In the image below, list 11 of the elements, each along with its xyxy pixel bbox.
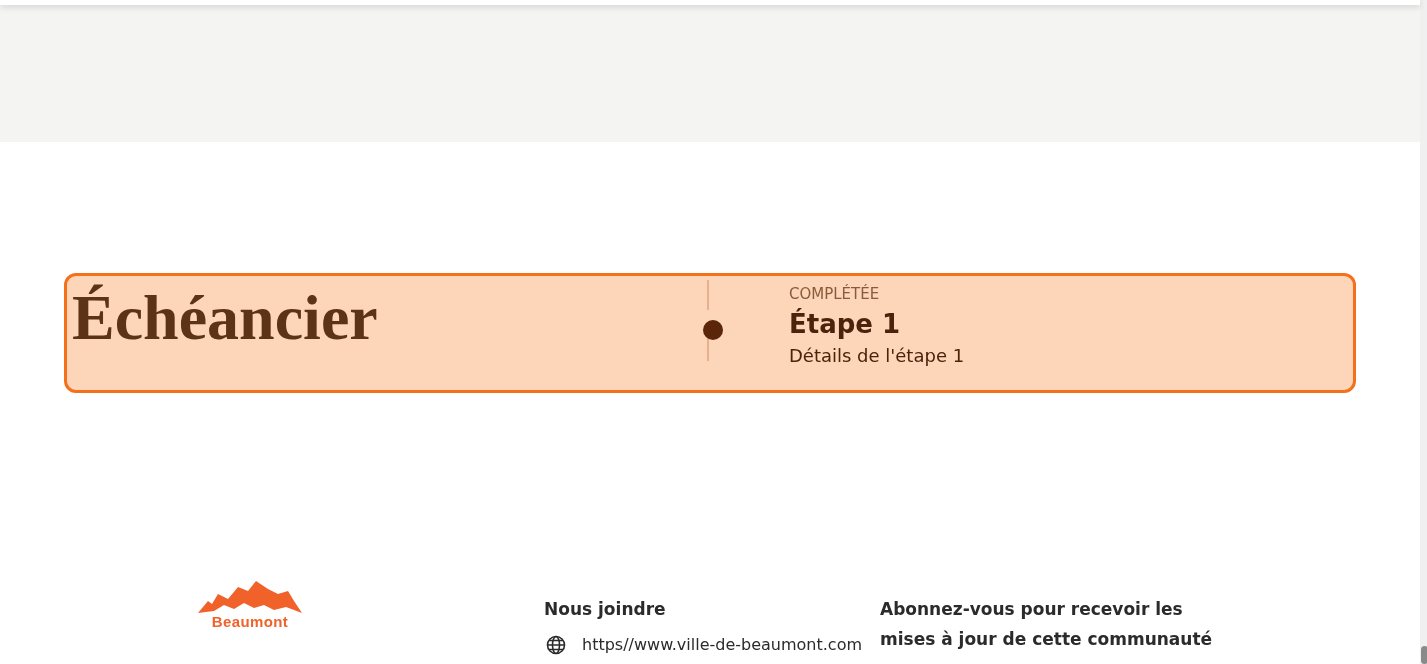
- step-status: COMPLÉTÉE: [789, 284, 881, 304]
- mountain-logo-icon: [198, 581, 302, 613]
- step-details: Détails de l'étape 1: [789, 344, 965, 368]
- globe-icon: [546, 635, 566, 655]
- step-title: Étape 1: [789, 307, 902, 341]
- logo-text: Beaumont: [211, 613, 289, 631]
- timeline-title: Échéancier: [72, 281, 379, 355]
- subscribe-heading: Abonnez-vous pour recevoir les mises à jour de cette communauté: [880, 598, 1214, 651]
- contact-heading: Nous joindre: [544, 598, 667, 621]
- scrollbar[interactable]: [1420, 0, 1427, 664]
- website-link[interactable]: https//www.ville-de-beaumont.com: [582, 633, 863, 657]
